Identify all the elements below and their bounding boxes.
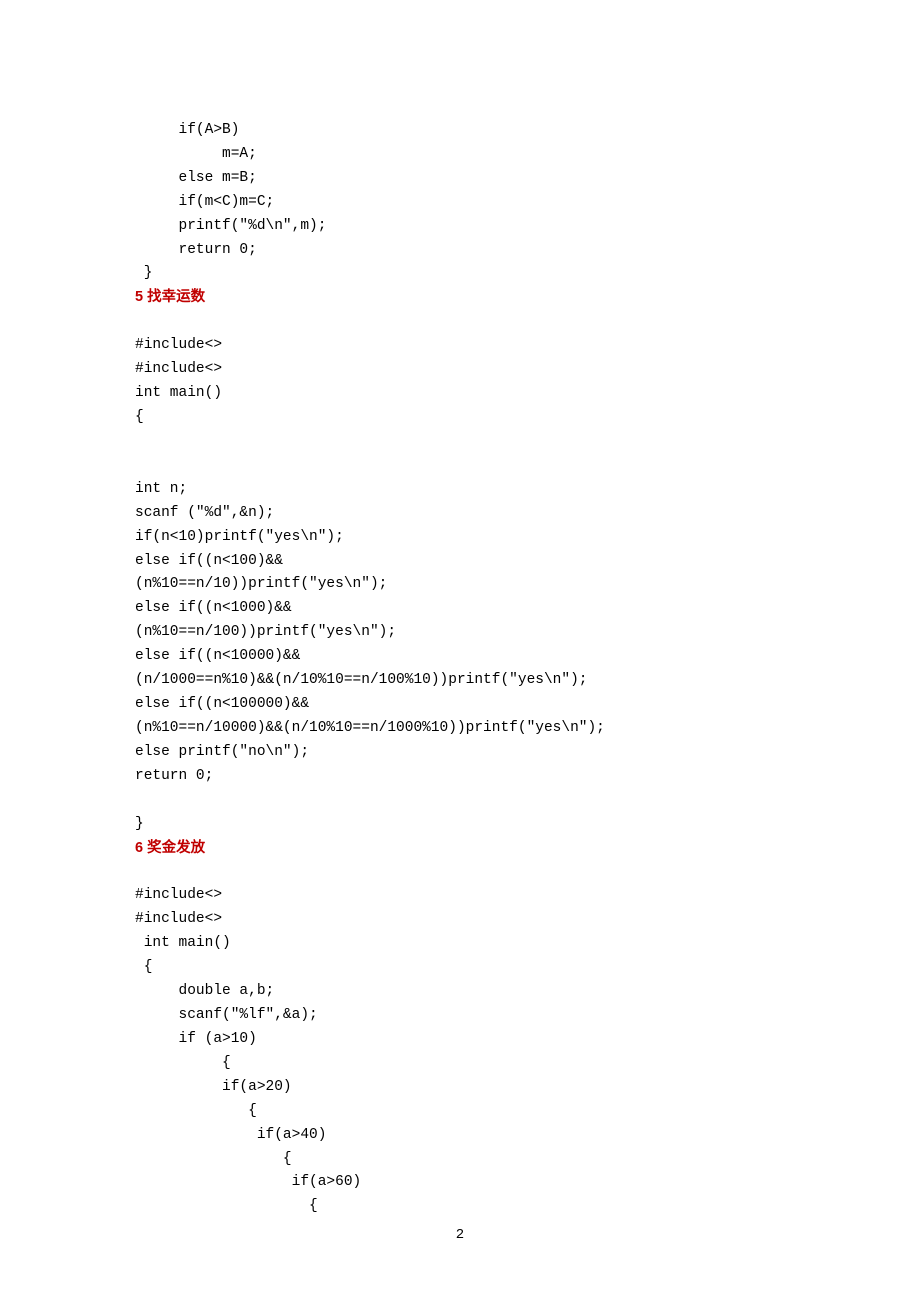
code-line: int main() xyxy=(135,935,231,951)
code-line: { xyxy=(135,1198,318,1214)
code-line: if(m<C)m=C; xyxy=(135,194,274,210)
code-line: else if((n<1000)&& xyxy=(135,600,292,616)
code-line: { xyxy=(135,1055,231,1071)
code-line: { xyxy=(135,959,152,975)
document-page: if(A>B) m=A; else m=B; if(m<C)m=C; print… xyxy=(0,0,920,1302)
code-line: } xyxy=(135,816,144,832)
code-line: double a,b; xyxy=(135,983,274,999)
code-line: m=A; xyxy=(135,146,257,162)
code-line: if(n<10)printf("yes\n"); xyxy=(135,529,344,545)
code-line: return 0; xyxy=(135,768,213,784)
code-block-3: #include<> #include<> int main() { doubl… xyxy=(135,861,785,1220)
code-line: #include<> xyxy=(135,911,222,927)
code-line: if (a>10) xyxy=(135,1031,257,1047)
code-line: else if((n<100)&& xyxy=(135,553,283,569)
code-line: else if((n<10000)&& xyxy=(135,648,300,664)
code-block-2: #include<> #include<> int main() { int n… xyxy=(135,310,785,836)
code-line: (n%10==n/100))printf("yes\n"); xyxy=(135,624,396,640)
page-number: 2 xyxy=(0,1224,920,1247)
code-line: else printf("no\n"); xyxy=(135,744,309,760)
code-line: return 0; xyxy=(135,242,257,258)
code-line: { xyxy=(135,1151,292,1167)
code-line: (n%10==n/10))printf("yes\n"); xyxy=(135,576,387,592)
code-line: #include<> xyxy=(135,361,222,377)
code-line: scanf ("%d",&n); xyxy=(135,505,274,521)
code-line: int n; xyxy=(135,481,187,497)
code-line: int main() xyxy=(135,385,222,401)
code-line: printf("%d\n",m); xyxy=(135,218,326,234)
code-line: if(a>20) xyxy=(135,1079,292,1095)
code-line: else if((n<100000)&& xyxy=(135,696,309,712)
code-line: if(a>60) xyxy=(135,1174,361,1190)
code-line: } xyxy=(135,265,152,281)
section-heading-6: 6 奖金发放 xyxy=(135,837,785,861)
code-block-1: if(A>B) m=A; else m=B; if(m<C)m=C; print… xyxy=(135,95,785,286)
code-line: scanf("%lf",&a); xyxy=(135,1007,318,1023)
code-line: if(A>B) xyxy=(135,122,239,138)
code-line: else m=B; xyxy=(135,170,257,186)
code-line: #include<> xyxy=(135,887,222,903)
code-line: (n%10==n/10000)&&(n/10%10==n/1000%10))pr… xyxy=(135,720,605,736)
code-line: #include<> xyxy=(135,337,222,353)
code-line: if(a>40) xyxy=(135,1127,326,1143)
code-line: { xyxy=(135,409,144,425)
code-line: { xyxy=(135,1103,257,1119)
section-heading-5: 5 找幸运数 xyxy=(135,286,785,310)
code-line: (n/1000==n%10)&&(n/10%10==n/100%10))prin… xyxy=(135,672,587,688)
